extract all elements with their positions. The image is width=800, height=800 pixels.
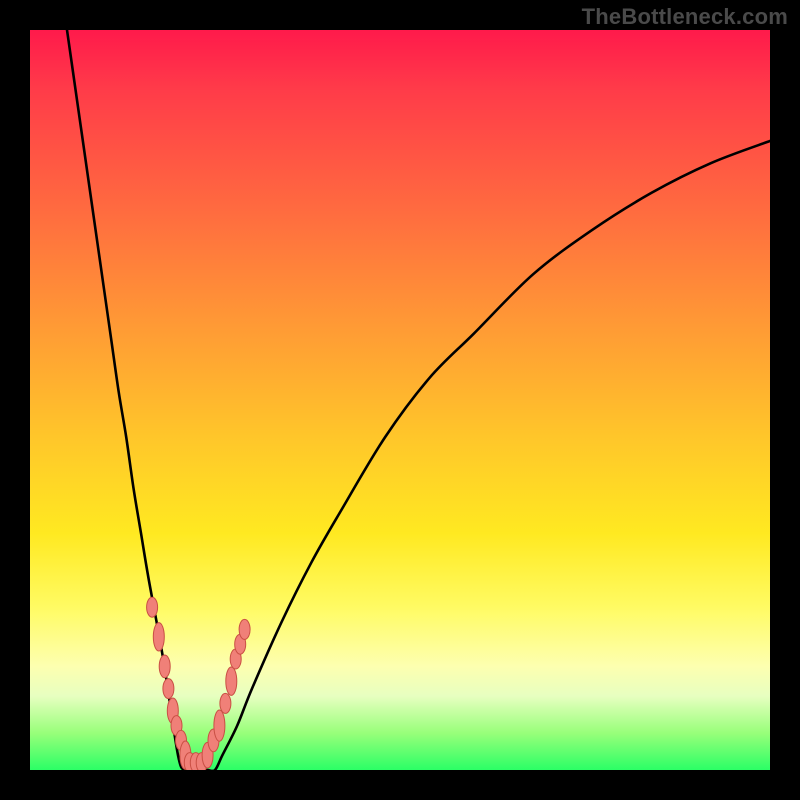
data-point (226, 667, 237, 695)
data-point (159, 655, 170, 678)
data-point (214, 710, 225, 741)
chart-svg (30, 30, 770, 770)
data-point (147, 597, 158, 617)
data-point (239, 619, 250, 639)
data-point (220, 693, 231, 713)
chart-frame: TheBottleneck.com (0, 0, 800, 800)
data-point (163, 679, 174, 699)
data-point (153, 623, 164, 651)
bottleneck-curve (67, 30, 770, 770)
plot-area (30, 30, 770, 770)
data-point-markers (147, 597, 251, 770)
watermark-text: TheBottleneck.com (582, 4, 788, 30)
